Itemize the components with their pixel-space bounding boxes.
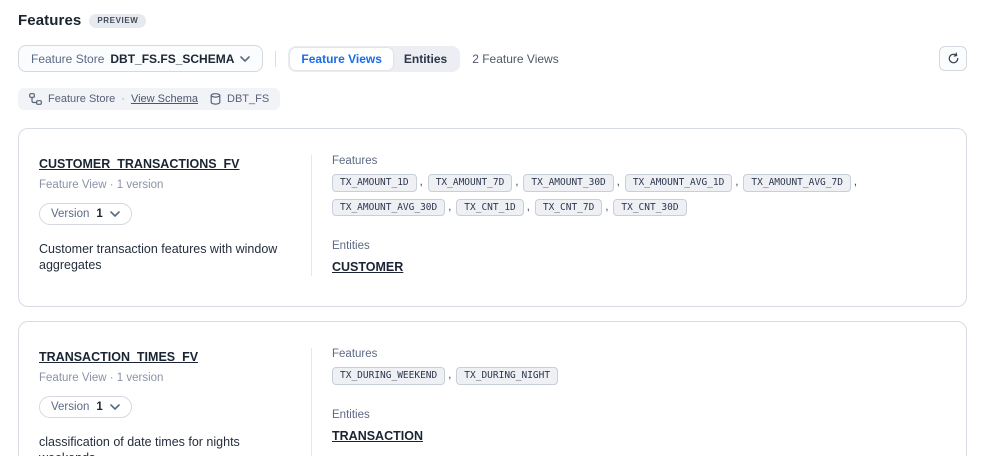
feature-chip: TX_AMOUNT_AVG_30D [332,199,445,217]
chip-separator: , [448,202,451,213]
entities-label: Entities [332,409,946,421]
entities-label: Entities [332,240,946,252]
feature-view-card: CUSTOMER_TRANSACTIONS_FV Feature View · … [18,128,967,307]
features-label: Features [332,348,946,360]
entity-link[interactable]: TRANSACTION [332,429,423,443]
feature-view-card: TRANSACTION_TIMES_FV Feature View · 1 ve… [18,321,967,456]
version-label: Version [51,401,89,413]
chevron-down-icon [110,404,120,410]
chip-separator: , [527,202,530,213]
feature-chip: TX_AMOUNT_7D [428,174,513,192]
feature-chip: TX_DURING_WEEKEND [332,367,445,385]
chip-separator: , [605,202,608,213]
chip-separator: , [735,177,738,188]
feature-chip: TX_DURING_NIGHT [456,367,558,385]
entities-block: Entities CUSTOMER [332,240,946,276]
feature-store-value: DBT_FS.FS_SCHEMA [110,52,234,66]
version-dropdown[interactable]: Version 1 [39,396,132,418]
feature-view-description: Customer transaction features with windo… [39,241,295,274]
features-page: Features PREVIEW Feature Store DBT_FS.FS… [0,0,985,456]
preview-badge: PREVIEW [89,14,146,28]
refresh-button[interactable] [939,46,967,71]
view-schema-link[interactable]: View Schema [131,93,198,105]
chip-separator: , [617,177,620,188]
refresh-icon [947,52,960,65]
feature-view-title-link[interactable]: TRANSACTION_TIMES_FV [39,350,198,364]
entity-link-list: CUSTOMER [332,252,946,276]
version-label: Version [51,208,89,220]
chip-separator: , [854,177,857,188]
breadcrumb-database: DBT_FS [227,93,269,105]
feature-chip: TX_AMOUNT_1D [332,174,417,192]
feature-store-label: Feature Store [31,52,104,66]
feature-view-meta: Feature View · 1 version [39,372,295,384]
breadcrumb-store-label: Feature Store [48,93,115,105]
chip-separator: , [448,370,451,381]
breadcrumb: Feature Store · View Schema DBT_FS [18,88,280,110]
page-header: Features PREVIEW [18,12,967,29]
chevron-down-icon [110,211,120,217]
feature-chip: TX_CNT_1D [456,199,523,217]
card-summary: CUSTOMER_TRANSACTIONS_FV Feature View · … [39,155,311,276]
feature-chip: TX_AMOUNT_AVG_1D [625,174,733,192]
entity-link[interactable]: CUSTOMER [332,260,403,274]
version-value: 1 [96,401,102,413]
version-dropdown[interactable]: Version 1 [39,203,132,225]
page-title: Features [18,12,81,29]
schema-icon [29,93,42,105]
toolbar: Feature Store DBT_FS.FS_SCHEMA Feature V… [18,45,967,72]
tab-feature-views[interactable]: Feature Views [290,48,392,70]
tab-entities[interactable]: Entities [393,48,458,70]
entities-block: Entities TRANSACTION [332,409,946,445]
version-value: 1 [96,208,102,220]
toolbar-divider [275,51,276,67]
feature-chip: TX_AMOUNT_30D [523,174,613,192]
feature-chip-list: TX_AMOUNT_1D,TX_AMOUNT_7D,TX_AMOUNT_30D,… [332,174,946,216]
feature-views-count: 2 Feature Views [472,52,559,66]
card-details: Features TX_AMOUNT_1D,TX_AMOUNT_7D,TX_AM… [311,155,946,276]
feature-chip-list: TX_DURING_WEEKEND, TX_DURING_NIGHT [332,367,946,385]
breadcrumb-separator: · [121,93,125,105]
chip-separator: , [420,177,423,188]
chip-separator: , [515,177,518,188]
feature-view-meta: Feature View · 1 version [39,179,295,191]
feature-view-description: classification of date times for nights … [39,434,295,456]
feature-chip: TX_CNT_30D [613,199,686,217]
feature-store-dropdown[interactable]: Feature Store DBT_FS.FS_SCHEMA [18,45,263,72]
feature-chip: TX_AMOUNT_AVG_7D [743,174,851,192]
view-switcher: Feature Views Entities [288,46,460,72]
card-summary: TRANSACTION_TIMES_FV Feature View · 1 ve… [39,348,311,456]
feature-chip: TX_CNT_7D [535,199,602,217]
chevron-down-icon [240,56,250,62]
database-icon [210,93,221,105]
entity-link-list: TRANSACTION [332,421,946,445]
feature-view-title-link[interactable]: CUSTOMER_TRANSACTIONS_FV [39,157,239,171]
card-details: Features TX_DURING_WEEKEND, TX_DURING_NIG… [311,348,946,456]
feature-view-cards: CUSTOMER_TRANSACTIONS_FV Feature View · … [18,128,967,456]
features-label: Features [332,155,946,167]
